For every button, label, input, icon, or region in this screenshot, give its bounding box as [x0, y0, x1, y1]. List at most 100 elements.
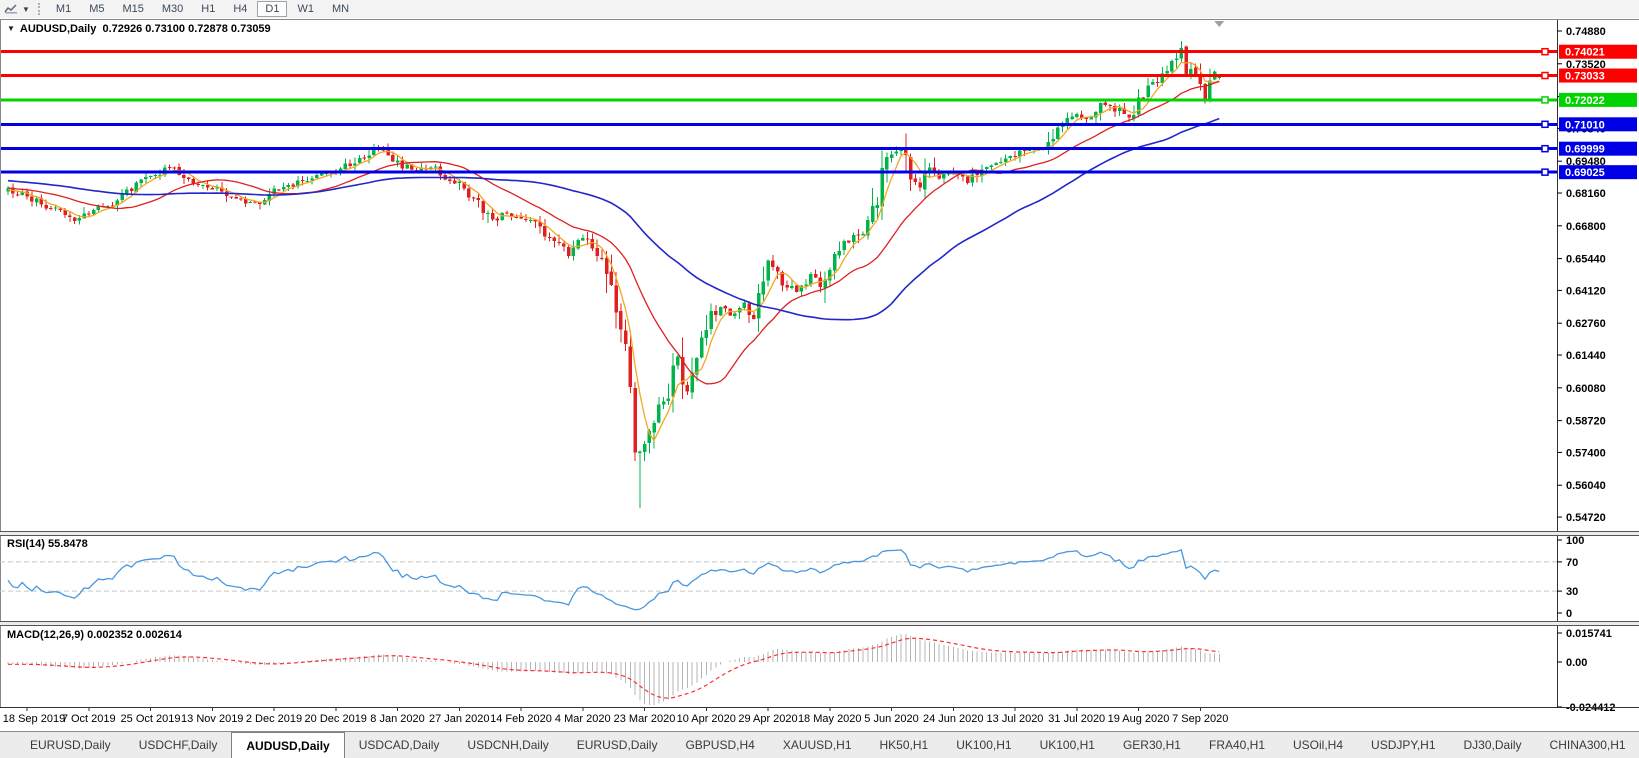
- candle-body: [918, 182, 922, 188]
- candle-body: [609, 271, 613, 286]
- tab-gbpusd-h4[interactable]: GBPUSD,H4: [671, 732, 768, 758]
- tab-usdcnh-daily[interactable]: USDCNH,Daily: [453, 732, 562, 758]
- candle-body: [547, 236, 552, 238]
- candle-body: [1146, 85, 1150, 98]
- chart-shift-marker-icon[interactable]: [1214, 21, 1225, 27]
- tab-uk100-h1[interactable]: UK100,H1: [942, 732, 1025, 758]
- tab-hk50-h1[interactable]: HK50,H1: [866, 732, 943, 758]
- price-tick-label: 0.60080: [1566, 383, 1606, 395]
- candle-body: [942, 174, 946, 179]
- tab-fra40-h1[interactable]: FRA40,H1: [1195, 732, 1279, 758]
- horizontal-lines: 0.74021 0.73033 0.72022 0.71010 0.69999 0.690…: [0, 44, 1637, 180]
- candle-body: [790, 285, 794, 288]
- chart-canvas[interactable]: 0.748800.735200.721600.708400.694800.681…: [0, 18, 1639, 731]
- rsi-line: [7, 549, 1220, 611]
- candle-body: [994, 162, 998, 166]
- timeframe-button-W1[interactable]: W1: [289, 1, 322, 17]
- candle-body: [234, 197, 238, 199]
- timeframe-button-M15[interactable]: M15: [114, 1, 151, 17]
- price-tick-label: 0.66800: [1566, 221, 1606, 233]
- candle-body: [543, 225, 547, 237]
- tab-xauusd-h1[interactable]: XAUUSD,H1: [769, 732, 866, 758]
- timeframe-button-MN[interactable]: MN: [324, 1, 357, 17]
- date-label: 25 Oct 2019: [121, 713, 181, 725]
- candle-body: [775, 267, 780, 272]
- date-label: 8 Jan 2020: [370, 713, 424, 725]
- candle-body: [1027, 150, 1031, 152]
- candle-body: [277, 189, 281, 191]
- pane-splitter[interactable]: [0, 532, 1639, 535]
- candle-body: [248, 201, 252, 203]
- candle-body: [82, 213, 86, 219]
- dropdown-caret-icon[interactable]: ▼: [22, 5, 30, 14]
- pane-splitter[interactable]: [0, 622, 1639, 625]
- hline-price-label: 0.73033: [1565, 71, 1605, 83]
- timeframe-button-M1[interactable]: M1: [48, 1, 79, 17]
- candle-body: [1174, 58, 1179, 61]
- toolbar: ▼ M1 M5 M15 M30 H1 H4 D1 W1 MN: [0, 0, 1639, 19]
- hline-handle[interactable]: [1541, 144, 1549, 153]
- hline-handle[interactable]: [1541, 168, 1549, 176]
- candle-body: [129, 188, 134, 192]
- date-label: 7 Sep 2020: [1172, 713, 1228, 725]
- candle-body: [91, 210, 96, 215]
- rsi-tick-label: 30: [1566, 586, 1578, 598]
- price-tick-label: 0.64120: [1566, 285, 1606, 297]
- tab-usdchf-daily[interactable]: USDCHF,Daily: [125, 732, 232, 758]
- hline-handle[interactable]: [1541, 71, 1549, 80]
- candle-body: [34, 198, 39, 203]
- candle-body: [15, 194, 20, 196]
- candle-body: [476, 198, 480, 200]
- hline-handle[interactable]: [1541, 96, 1549, 104]
- candle-body: [704, 329, 708, 338]
- candle-body: [604, 258, 609, 275]
- candle-body: [813, 273, 818, 278]
- rsi-value: 55.8478: [47, 538, 88, 550]
- chart-title: ▼ AUDUSD,Daily 0.72926 0.73100 0.72878 0.…: [7, 23, 271, 35]
- candle-body: [642, 444, 647, 453]
- candle-body: [747, 303, 751, 315]
- timeframe-button-M5[interactable]: M5: [81, 1, 112, 17]
- candle-body: [576, 239, 580, 249]
- timeframe-button-D1[interactable]: D1: [257, 1, 288, 17]
- candle-body: [585, 238, 590, 240]
- timeframe-button-M30[interactable]: M30: [154, 1, 191, 17]
- tab-usdcad-daily[interactable]: USDCAD,Daily: [345, 732, 454, 758]
- collapse-icon[interactable]: ▼: [7, 24, 15, 33]
- macd-label: MACD(12,26,9) 0.002352 0.002614: [7, 629, 182, 641]
- candle-body: [794, 285, 799, 293]
- timeframe-button-H1[interactable]: H1: [193, 1, 223, 17]
- tab-usoil-h4[interactable]: USOil,H4: [1279, 732, 1357, 758]
- candle-body: [68, 215, 72, 218]
- price-tick-label: 0.58720: [1566, 416, 1606, 428]
- date-label: 31 Jul 2020: [1048, 713, 1105, 725]
- candle-body: [965, 176, 970, 184]
- hline-handle[interactable]: [1541, 47, 1549, 56]
- candle-body: [742, 302, 746, 309]
- chart-tool-icon[interactable]: [2, 2, 20, 16]
- timeframe-button-H4[interactable]: H4: [225, 1, 255, 17]
- tab-china300-h1[interactable]: CHINA300,H1: [1536, 732, 1639, 758]
- tab-eurusd-daily[interactable]: EURUSD,Daily: [563, 732, 672, 758]
- candle-body: [524, 218, 528, 220]
- tab-audusd-daily[interactable]: AUDUSD,Daily: [231, 732, 345, 758]
- tab-dj30-daily[interactable]: DJ30,Daily: [1450, 732, 1536, 758]
- tab-eurusd-daily[interactable]: EURUSD,Daily: [16, 732, 125, 758]
- candle-body: [357, 158, 362, 163]
- rsi-pane: [0, 549, 1557, 611]
- candle-body: [1103, 102, 1107, 105]
- candle-body: [733, 313, 737, 317]
- toolbar-grip[interactable]: [37, 3, 40, 15]
- hline-handle[interactable]: [1541, 120, 1549, 129]
- candle-body: [1151, 81, 1155, 85]
- macd-histogram: [7, 634, 1220, 706]
- chart-tab-bar: EURUSD,Daily USDCHF,Daily AUDUSD,Daily USDC…: [0, 731, 1639, 758]
- candle-body: [53, 207, 58, 209]
- candlestick-series: [6, 40, 1221, 508]
- candle-body: [87, 213, 91, 215]
- candle-body: [452, 180, 457, 184]
- candle-body: [391, 154, 395, 162]
- tab-ger30-h1[interactable]: GER30,H1: [1109, 732, 1195, 758]
- tab-uk100-h1[interactable]: UK100,H1: [1026, 732, 1109, 758]
- tab-usdjpy-h1[interactable]: USDJPY,H1: [1357, 732, 1449, 758]
